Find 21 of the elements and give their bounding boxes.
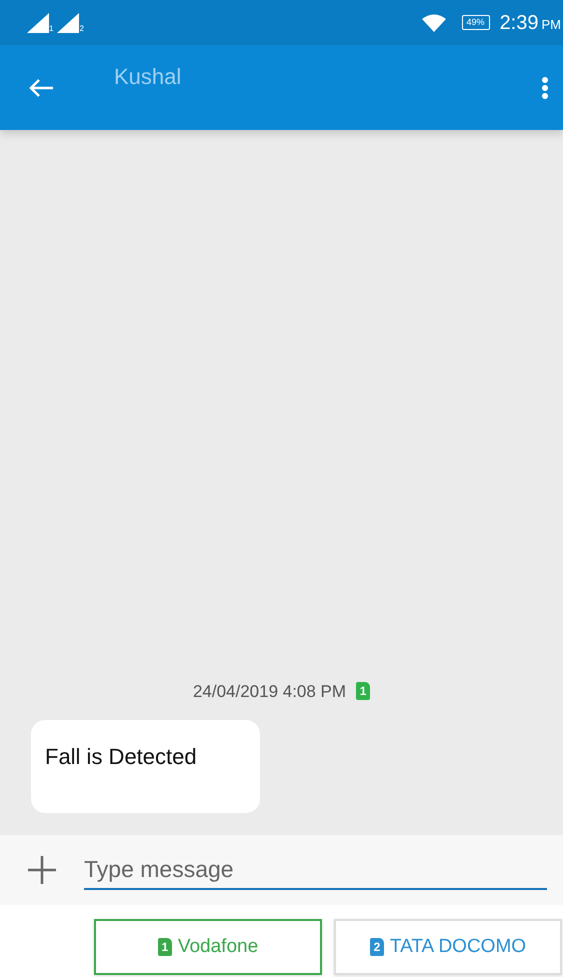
signal-icon — [27, 12, 49, 32]
signal-icon — [57, 12, 80, 32]
contact-name: Kushal — [114, 63, 182, 91]
message-bubble: Fall is Detected — [31, 720, 260, 813]
sim-icon: 1 — [356, 682, 370, 700]
sim-number: 2 — [79, 24, 84, 32]
sim-button[interactable]: 2 TATA DOCOMO — [334, 919, 562, 975]
back-icon[interactable] — [28, 78, 54, 98]
status-time: 2:39 — [500, 10, 538, 36]
battery-indicator: 49% — [462, 14, 490, 30]
sim-button[interactable]: 1 Vodafone — [94, 919, 322, 975]
message-input[interactable]: Type message — [84, 850, 547, 890]
sim-icon: 1 — [158, 938, 172, 956]
sim-icon: 2 — [370, 938, 384, 956]
status-meridiem: PM — [542, 16, 561, 34]
sim-number: 1 — [49, 24, 54, 32]
message-timestamp: 24/04/2019 4:08 PM — [192, 680, 346, 702]
more-options-icon[interactable] — [541, 76, 549, 100]
message-composer[interactable]: Type message — [0, 835, 563, 905]
add-icon[interactable] — [28, 856, 56, 884]
wifi-icon — [422, 14, 446, 32]
